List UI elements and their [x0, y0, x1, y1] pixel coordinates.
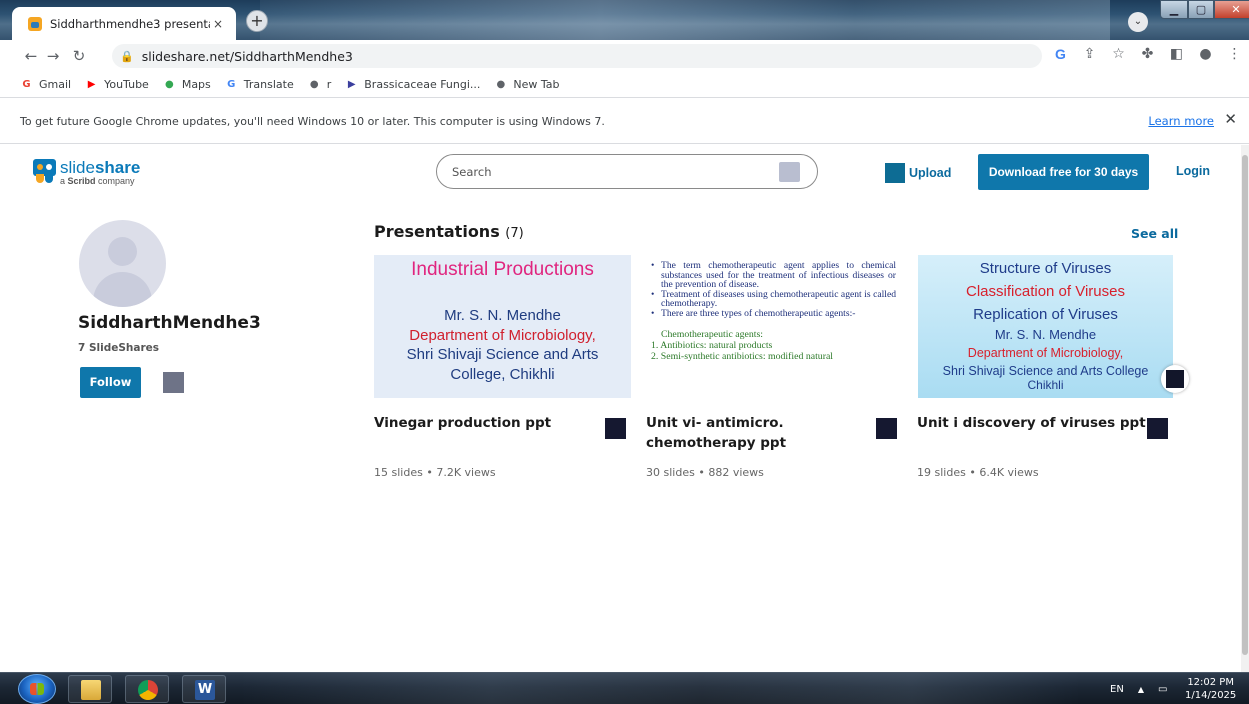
logo-subtitle: a Scribd company — [60, 176, 135, 186]
more-options-icon[interactable] — [163, 372, 184, 393]
bookmark-item[interactable]: G Translate — [225, 78, 294, 91]
section-title: Presentations (7) — [374, 222, 524, 241]
translate-icon: G — [227, 79, 236, 90]
reload-icon[interactable]: ↻ — [68, 47, 90, 65]
presentation-meta-3: 19 slides • 6.4K views — [917, 466, 1039, 479]
infobar-close-icon[interactable]: ✕ — [1224, 110, 1237, 128]
presentation-meta-1: 15 slides • 7.2K views — [374, 466, 496, 479]
bookmark-label: Gmail — [39, 78, 72, 91]
login-link[interactable]: Login — [1176, 164, 1210, 178]
presentation-thumbnail-1[interactable]: Industrial Productions Mr. S. N. Mendhe … — [374, 255, 631, 398]
browser-tab-strip: Siddharthmendhe3 presentation × + ⌄ ▁ ▢ … — [0, 0, 1249, 40]
kebab-menu-icon[interactable]: ⋮ — [1220, 46, 1249, 62]
bookmark-site-icon: ▶ — [347, 79, 356, 90]
presentation-thumbnail-2[interactable]: • The term chemotherapeutic agent applies… — [645, 255, 902, 398]
presentation-title-1[interactable]: Vinegar production ppt — [374, 413, 551, 433]
upload-button[interactable]: Upload — [885, 163, 951, 183]
logo-wordmark: slideshare — [60, 158, 141, 177]
presentation-menu-icon[interactable] — [605, 418, 626, 439]
url-text: slideshare.net/SiddharthMendhe3 — [141, 48, 353, 64]
maps-icon: ● — [164, 79, 174, 90]
presentation-menu-icon[interactable] — [876, 418, 897, 439]
youtube-icon: ▶ — [87, 79, 96, 90]
globe-icon: ● — [309, 79, 319, 90]
avatar — [79, 220, 166, 307]
slideshare-count: 7 SlideShares — [78, 342, 160, 354]
bookmark-item[interactable]: ● r — [308, 78, 332, 91]
search-placeholder: Search — [452, 164, 492, 179]
presentation-title-2[interactable]: Unit vi- antimicro. chemotherapy ppt — [646, 413, 786, 453]
start-button-icon[interactable] — [18, 674, 56, 704]
update-infobar: To get future Google Chrome updates, you… — [0, 99, 1249, 144]
bookmark-label: Brassicaceae Fungi... — [364, 78, 481, 91]
browser-toolbar: ← → ↻ 🔒 slideshare.net/SiddharthMendhe3 … — [0, 40, 1249, 72]
address-bar[interactable]: 🔒 slideshare.net/SiddharthMendhe3 — [112, 44, 1042, 68]
presentation-menu-icon[interactable] — [1147, 418, 1168, 439]
bookmark-item[interactable]: ▶ YouTube — [85, 78, 149, 91]
bookmark-item[interactable]: G Gmail — [20, 78, 71, 91]
follow-button[interactable]: Follow — [80, 367, 141, 398]
profile-name: SiddharthMendhe3 — [78, 313, 261, 333]
search-input[interactable]: Search — [436, 154, 818, 189]
close-window-button[interactable]: ✕ — [1214, 0, 1249, 19]
forward-arrow-icon[interactable]: → — [42, 47, 64, 65]
toolbar-icons: G ⇪ ☆ ✤ ◧ ● ⋮ — [1046, 46, 1249, 62]
bookmark-label: New Tab — [513, 78, 560, 91]
extensions-puzzle-icon[interactable]: ✤ — [1133, 46, 1162, 62]
language-indicator[interactable]: EN — [1110, 684, 1124, 695]
window-controls: ▁ ▢ ✕ — [1160, 0, 1249, 20]
tab-search-chevron-icon[interactable]: ⌄ — [1128, 12, 1148, 32]
slideshare-logo[interactable]: slideshare a Scribd company — [33, 159, 140, 187]
slideshare-favicon-icon — [28, 16, 42, 31]
maximize-button[interactable]: ▢ — [1188, 0, 1214, 19]
taskbar-clock[interactable]: 12:02 PM 1/14/2025 — [1185, 676, 1236, 702]
minimize-button[interactable]: ▁ — [1160, 0, 1188, 19]
upload-icon — [885, 163, 905, 183]
presentation-meta-2: 30 slides • 882 views — [646, 466, 764, 479]
bookmark-item[interactable]: ● New Tab — [494, 78, 560, 91]
bookmark-item[interactable]: ● Maps — [163, 78, 211, 91]
tab-close-icon[interactable]: × — [210, 17, 226, 31]
bookmarks-bar: G Gmail ▶ YouTube ● Maps G Translate ● r ▶ Brassica… — [0, 72, 1249, 98]
search-icon[interactable] — [779, 162, 800, 182]
side-panel-icon[interactable]: ◧ — [1162, 46, 1191, 62]
share-icon[interactable]: ⇪ — [1075, 46, 1104, 62]
window-background — [260, 0, 1110, 40]
back-arrow-icon[interactable]: ← — [20, 47, 42, 65]
learn-more-link[interactable]: Learn more — [1148, 114, 1214, 128]
network-icon[interactable]: ▭ — [1158, 684, 1167, 695]
google-icon[interactable]: G — [1046, 46, 1075, 62]
new-tab-button[interactable]: + — [246, 10, 268, 32]
slideshare-page: slideshare a Scribd company Search Uploa… — [0, 145, 1241, 672]
chrome-taskbar-icon[interactable] — [125, 675, 169, 703]
bookmark-label: r — [326, 78, 332, 91]
globe-icon: ● — [496, 79, 506, 90]
slideshare-logo-icon — [33, 159, 56, 183]
download-free-button[interactable]: Download free for 30 days — [978, 154, 1149, 190]
lock-icon: 🔒 — [120, 49, 134, 63]
bookmark-star-icon[interactable]: ☆ — [1104, 46, 1133, 62]
bookmark-label: YouTube — [104, 78, 149, 91]
windows-taskbar: W EN ▲ ▭ 12:02 PM 1/14/2025 — [0, 672, 1249, 704]
presentation-title-3[interactable]: Unit i discovery of viruses ppt — [917, 413, 1146, 433]
file-explorer-taskbar-icon[interactable] — [68, 675, 112, 703]
page-scrollbar[interactable] — [1241, 145, 1249, 672]
carousel-next-button[interactable] — [1161, 365, 1189, 393]
bookmark-label: Maps — [181, 78, 211, 91]
tab-title: Siddharthmendhe3 presentation — [50, 16, 210, 31]
infobar-message: To get future Google Chrome updates, you… — [20, 114, 605, 128]
system-tray: EN ▲ ▭ — [1110, 673, 1167, 704]
see-all-link[interactable]: See all — [1131, 226, 1178, 241]
presentation-thumbnail-3[interactable]: Structure of Viruses Classification of V… — [918, 255, 1173, 398]
browser-tab[interactable]: Siddharthmendhe3 presentation × — [12, 7, 236, 40]
bookmark-label: Translate — [243, 78, 294, 91]
word-taskbar-icon[interactable]: W — [182, 675, 226, 703]
gmail-icon: G — [22, 79, 31, 90]
profile-avatar-icon[interactable]: ● — [1191, 46, 1220, 62]
tray-expand-icon[interactable]: ▲ — [1138, 685, 1144, 694]
bookmark-item[interactable]: ▶ Brassicaceae Fungi... — [345, 78, 481, 91]
